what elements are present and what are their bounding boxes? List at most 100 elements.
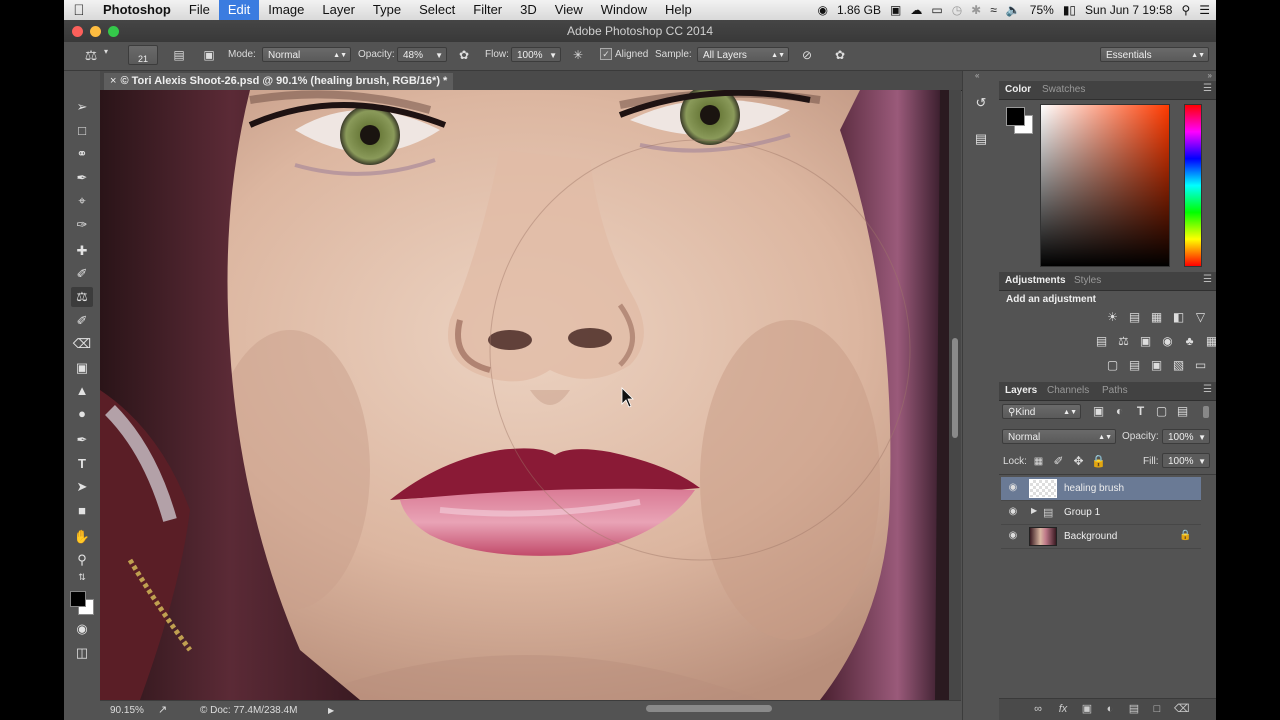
apple-icon[interactable]:  xyxy=(64,2,94,19)
menu-photoshop[interactable]: Photoshop xyxy=(94,0,180,20)
new-layer-icon[interactable]: □ xyxy=(1150,702,1164,716)
menu-window[interactable]: Window xyxy=(592,0,656,20)
menu-help[interactable]: Help xyxy=(656,0,701,20)
flow-field[interactable]: 100% ▼ xyxy=(511,47,561,62)
panel-menu-icon[interactable]: ☰ xyxy=(1203,83,1212,94)
color-lookup-icon[interactable]: ▦ xyxy=(1204,334,1216,349)
battery-icon[interactable]: ▮▯ xyxy=(1063,3,1076,17)
vertical-scroll-thumb[interactable] xyxy=(952,338,958,438)
ignore-adjustment-layers-icon[interactable]: ⊘ xyxy=(798,46,816,64)
filter-type-icon[interactable]: T xyxy=(1133,404,1148,419)
lasso-tool-icon[interactable]: ⚭ xyxy=(71,144,93,164)
add-mask-icon[interactable]: ▣ xyxy=(1080,702,1094,716)
airplay-icon[interactable]: ▭ xyxy=(931,3,942,17)
quick-mask-icon[interactable]: ◉ xyxy=(71,619,93,639)
layer-filter-dropdown[interactable]: ⚲Kind ▲▼ xyxy=(1002,404,1081,419)
aligned-checkbox[interactable]: ✓ xyxy=(600,48,612,60)
menu-filter[interactable]: Filter xyxy=(464,0,511,20)
horizontal-scroll-thumb[interactable] xyxy=(646,705,772,712)
layer-style-icon[interactable]: fx xyxy=(1056,702,1070,716)
document-canvas[interactable] xyxy=(100,90,949,700)
curves-icon[interactable]: ▦ xyxy=(1149,310,1164,325)
gradient-map-icon[interactable]: ▭ xyxy=(1193,358,1208,373)
crop-tool-icon[interactable]: ⌖ xyxy=(71,191,93,211)
eraser-tool-icon[interactable]: ⌫ xyxy=(71,334,93,354)
menu-view[interactable]: View xyxy=(546,0,592,20)
status-menu-arrow-icon[interactable]: ▶ xyxy=(328,706,334,715)
wifi-icon[interactable]: ≈ xyxy=(990,3,997,17)
zoom-tool-icon[interactable]: ⚲ xyxy=(71,550,93,570)
clone-source-panel-icon[interactable]: ▣ xyxy=(200,46,218,64)
expand-group-icon[interactable]: ▶ xyxy=(1031,506,1037,515)
brush-size-picker[interactable]: 21 xyxy=(128,45,158,65)
share-icon[interactable]: ↗ xyxy=(158,703,167,716)
memory-status[interactable]: 1.86 GB xyxy=(837,3,881,17)
levels-icon[interactable]: ▤ xyxy=(1127,310,1142,325)
marquee-tool-icon[interactable]: □ xyxy=(71,121,93,141)
foreground-color-swatch[interactable] xyxy=(70,591,86,607)
panel-menu-icon[interactable]: ☰ xyxy=(1203,384,1212,395)
brush-tool-icon[interactable]: ✐ xyxy=(71,264,93,284)
pressure-size-icon[interactable]: ✿ xyxy=(831,46,849,64)
color-foreground-swatch[interactable] xyxy=(1006,107,1025,126)
filter-pixel-icon[interactable]: ▣ xyxy=(1091,404,1106,419)
airbrush-icon[interactable]: ✳ xyxy=(569,46,587,64)
swap-colors-icon[interactable]: ⇅ xyxy=(71,571,93,583)
properties-panel-icon[interactable]: ▤ xyxy=(970,129,992,149)
lock-transparent-icon[interactable]: ▦ xyxy=(1031,454,1046,469)
invert-icon[interactable]: ▢ xyxy=(1105,358,1120,373)
quick-selection-tool-icon[interactable]: ✒ xyxy=(71,168,93,188)
panel-menu-icon[interactable]: ☰ xyxy=(1203,274,1212,285)
history-panel-icon[interactable]: ↺ xyxy=(970,93,992,113)
eye-icon[interactable]: ◉ xyxy=(1007,482,1019,493)
menu-3d[interactable]: 3D xyxy=(511,0,546,20)
battery-percent[interactable]: 75% xyxy=(1030,3,1054,17)
rectangle-tool-icon[interactable]: ■ xyxy=(71,501,93,521)
threshold-icon[interactable]: ▣ xyxy=(1149,358,1164,373)
sample-dropdown[interactable]: All Layers ▲▼ xyxy=(697,47,789,62)
brush-panel-icon[interactable]: ▤ xyxy=(170,46,188,64)
opacity-field[interactable]: 48% ▼ xyxy=(397,47,447,62)
blend-mode-dropdown[interactable]: Normal ▲▼ xyxy=(1002,429,1116,444)
eye-icon[interactable]: ◉ xyxy=(1007,530,1019,541)
hand-tool-icon[interactable]: ✋ xyxy=(71,527,93,547)
trash-icon[interactable]: ⌫ xyxy=(1174,702,1190,716)
link-layers-icon[interactable]: ∞ xyxy=(1031,702,1045,716)
time-machine-icon[interactable]: ◷ xyxy=(952,3,962,17)
mode-dropdown[interactable]: Normal ▲▼ xyxy=(262,47,351,62)
healing-brush-tool-icon[interactable]: ✚ xyxy=(71,241,93,261)
menu-edit[interactable]: Edit xyxy=(218,0,260,20)
vibrance-icon[interactable]: ▽ xyxy=(1193,310,1208,325)
hue-slider[interactable] xyxy=(1184,104,1202,267)
brightness-contrast-icon[interactable]: ☀ xyxy=(1105,310,1120,325)
filter-toggle[interactable] xyxy=(1203,406,1209,418)
tab-layers[interactable]: Layers xyxy=(1005,385,1037,396)
spotlight-icon[interactable]: ⚲ xyxy=(1181,3,1190,17)
layer-opacity-field[interactable]: 100% ▼ xyxy=(1162,429,1210,444)
history-brush-tool-icon[interactable]: ✐ xyxy=(71,311,93,331)
clone-stamp-preset-icon[interactable]: ⚖ xyxy=(82,46,100,64)
cloud-icon[interactable]: ☁ xyxy=(910,3,922,17)
notification-center-icon[interactable]: ☰ xyxy=(1199,3,1210,17)
dodge-tool-icon[interactable]: ● xyxy=(71,404,93,424)
black-white-icon[interactable]: ▣ xyxy=(1138,334,1153,349)
menu-image[interactable]: Image xyxy=(259,0,313,20)
screen-icon[interactable]: ▣ xyxy=(890,3,901,17)
pen-tool-icon[interactable]: ✒ xyxy=(71,430,93,450)
document-size-info[interactable]: © Doc: 77.4M/238.4M xyxy=(200,705,297,716)
tab-adjustments[interactable]: Adjustments xyxy=(1005,275,1066,286)
eyedropper-tool-icon[interactable]: ✑ xyxy=(71,215,93,235)
vertical-scrollbar[interactable] xyxy=(949,90,961,700)
lock-image-icon[interactable]: ✐ xyxy=(1051,454,1066,469)
lock-position-icon[interactable]: ✥ xyxy=(1071,454,1086,469)
path-selection-tool-icon[interactable]: ➤ xyxy=(71,477,93,497)
tab-paths[interactable]: Paths xyxy=(1102,385,1128,396)
screen-mode-icon[interactable]: ◫ xyxy=(71,643,93,663)
workspace-switcher[interactable]: Essentials ▲▼ xyxy=(1100,47,1209,62)
document-tab[interactable]: × © Tori Alexis Shoot-26.psd @ 90.1% (hea… xyxy=(104,73,454,90)
color-balance-icon[interactable]: ⚖ xyxy=(1116,334,1131,349)
clock[interactable]: Sun Jun 7 19:58 xyxy=(1085,3,1172,17)
color-field[interactable] xyxy=(1040,104,1170,267)
filter-adjustment-icon[interactable]: ◐ xyxy=(1112,404,1127,419)
new-group-icon[interactable]: ▤ xyxy=(1127,702,1141,716)
